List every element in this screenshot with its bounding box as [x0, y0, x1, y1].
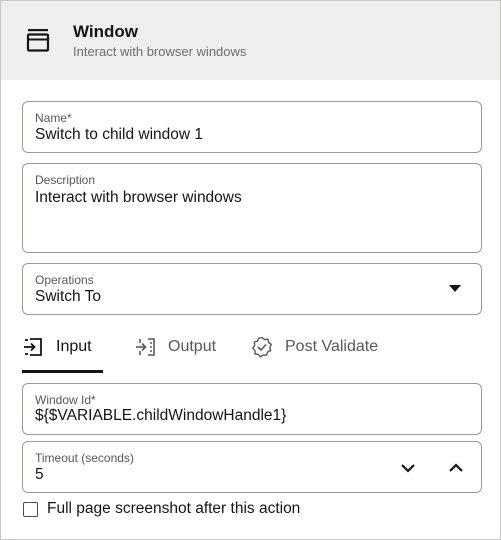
description-label: Description [35, 173, 96, 187]
increment-button[interactable] [445, 457, 467, 479]
panel-title: Window [73, 22, 138, 41]
output-icon [136, 338, 155, 356]
timeout-input[interactable]: 5 [35, 466, 44, 484]
caret-down-icon[interactable] [449, 285, 461, 293]
operations-value[interactable]: Switch To [35, 288, 101, 306]
tab-output-label: Output [168, 338, 217, 355]
panel-subtitle: Interact with browser windows [73, 44, 247, 59]
timeout-label: Timeout (seconds) [35, 451, 134, 465]
window-icon [26, 29, 50, 52]
name-field[interactable]: Name* Switch to child window 1 [22, 101, 482, 153]
description-field[interactable]: Description Interact with browser window… [22, 163, 482, 253]
full-page-screenshot-checkbox[interactable] [23, 502, 38, 517]
full-page-screenshot-label: Full page screenshot after this action [47, 500, 301, 517]
active-tab-indicator [22, 370, 103, 373]
chevron-up-icon [449, 463, 463, 472]
validate-badge-icon [252, 336, 272, 358]
chevron-down-icon [401, 464, 415, 473]
name-label: Name* [35, 111, 72, 125]
tab-post-validate[interactable]: Post Validate [251, 331, 391, 373]
operations-select[interactable]: Operations Switch To [22, 263, 482, 315]
decrement-button[interactable] [397, 457, 419, 479]
window-id-input[interactable]: ${$VARIABLE.childWindowHandle1} [35, 407, 286, 425]
tab-output[interactable]: Output [134, 331, 234, 373]
tab-input-label: Input [56, 338, 92, 355]
window-id-label: Window Id* [35, 393, 96, 407]
name-input[interactable]: Switch to child window 1 [35, 126, 203, 144]
tab-input[interactable]: Input [22, 331, 103, 373]
tab-bar: Input Output Post Validate [22, 331, 482, 373]
input-icon [24, 338, 42, 356]
full-page-screenshot-option[interactable]: Full page screenshot after this action [23, 499, 343, 521]
panel-header: Window Interact with browser windows [1, 1, 500, 80]
operations-label: Operations [35, 273, 94, 287]
tab-post-validate-label: Post Validate [285, 338, 379, 355]
description-textarea[interactable]: Interact with browser windows [35, 189, 242, 207]
window-id-field[interactable]: Window Id* ${$VARIABLE.childWindowHandle… [22, 383, 482, 435]
timeout-field[interactable]: Timeout (seconds) 5 [22, 441, 482, 493]
window-step-panel: Window Interact with browser windows Nam… [0, 0, 501, 540]
